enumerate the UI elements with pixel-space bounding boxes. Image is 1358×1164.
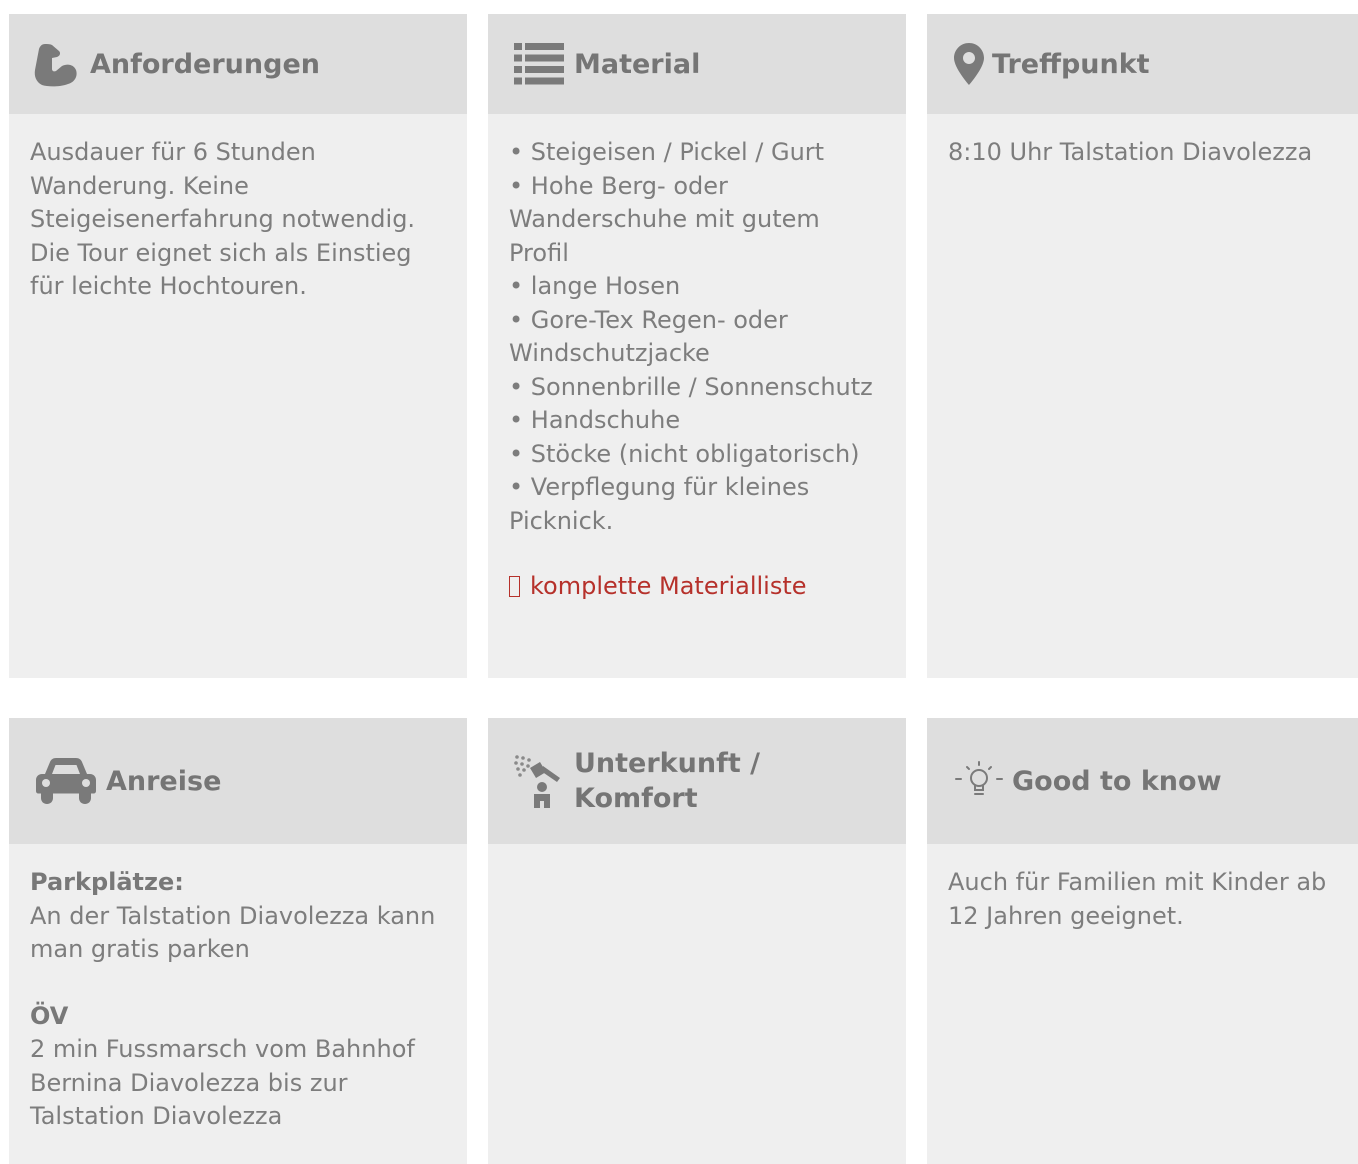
card-body: Parkplätze: An der Talstation Diavolezza…: [9, 844, 467, 1134]
card-title: Good to know: [1012, 765, 1222, 797]
material-list-link-label: komplette Materialliste: [530, 572, 807, 600]
card-anforderungen: Anforderungen Ausdauer für 6 Stunden Wan…: [9, 14, 467, 678]
card-treffpunkt: Treffpunkt 8:10 Uhr Talstation Diavolezz…: [927, 14, 1358, 678]
card-header: Anreise: [9, 718, 467, 844]
material-list-link[interactable]: komplette Materialliste: [509, 570, 807, 604]
card-body: [488, 844, 906, 866]
parking-text: An der Talstation Diavolezza kann man gr…: [30, 901, 436, 964]
card-title: Material: [574, 48, 701, 80]
card-title: Anforderungen: [90, 48, 320, 80]
card-header: Good to know: [927, 718, 1358, 844]
good-to-know-text: Auch für Familien mit Kinder ab 12 Jahre…: [948, 868, 1327, 930]
list-item: • Stöcke (nicht obligatorisch): [509, 439, 860, 468]
list-item: • Handschuhe: [509, 406, 681, 434]
public-transport-heading: ÖV: [30, 1001, 69, 1030]
card-body: • Steigeisen / Pickel / Gurt • Hohe Berg…: [488, 114, 906, 604]
card-header: Treffpunkt: [927, 14, 1358, 114]
meeting-point-text: 8:10 Uhr Talstation Diavolezza: [948, 138, 1313, 166]
list-item: • lange Hosen: [509, 272, 681, 300]
list-item: • Hohe Berg- oder Wanderschuhe mit gutem…: [509, 171, 820, 267]
lightbulb-icon: [951, 759, 1007, 803]
shower-icon: [514, 754, 564, 808]
card-material: Material • Steigeisen / Pickel / Gurt • …: [488, 14, 906, 678]
card-title: Treffpunkt: [992, 48, 1150, 80]
card-unterkunft: Unterkunft / Komfort: [488, 718, 906, 1164]
card-title: Unterkunft / Komfort: [574, 748, 760, 814]
flexed-arm-icon: [30, 40, 80, 88]
list-item: • Verpflegung für kleines Picknick.: [509, 473, 810, 535]
list-item: • Sonnenbrille / Sonnenschutz: [509, 372, 873, 401]
public-transport-text: 2 min Fussmarsch vom Bahnhof Bernina Dia…: [30, 1035, 415, 1130]
card-good-to-know: Good to know Auch für Familien mit Kinde…: [927, 718, 1358, 1164]
card-anreise: Anreise Parkplätze: An der Talstation Di…: [9, 718, 467, 1164]
card-body: Ausdauer für 6 Stunden Wanderung. Keine …: [9, 114, 467, 304]
card-title: Anreise: [106, 765, 222, 797]
list-item: • Gore-Tex Regen- oder Windschutzjacke: [509, 305, 788, 368]
map-pin-icon: [954, 43, 984, 85]
parking-heading: Parkplätze:: [30, 868, 184, 896]
card-header: Unterkunft / Komfort: [488, 718, 906, 844]
card-header: Anforderungen: [9, 14, 467, 114]
list-icon: [514, 43, 564, 85]
requirements-text: Ausdauer für 6 Stunden Wanderung. Keine …: [30, 138, 416, 300]
car-icon: [36, 758, 96, 804]
card-body: 8:10 Uhr Talstation Diavolezza: [927, 114, 1358, 170]
card-body: Auch für Familien mit Kinder ab 12 Jahre…: [927, 844, 1358, 933]
list-item: • Steigeisen / Pickel / Gurt: [509, 138, 825, 166]
card-header: Material: [488, 14, 906, 114]
document-icon: [509, 576, 520, 597]
